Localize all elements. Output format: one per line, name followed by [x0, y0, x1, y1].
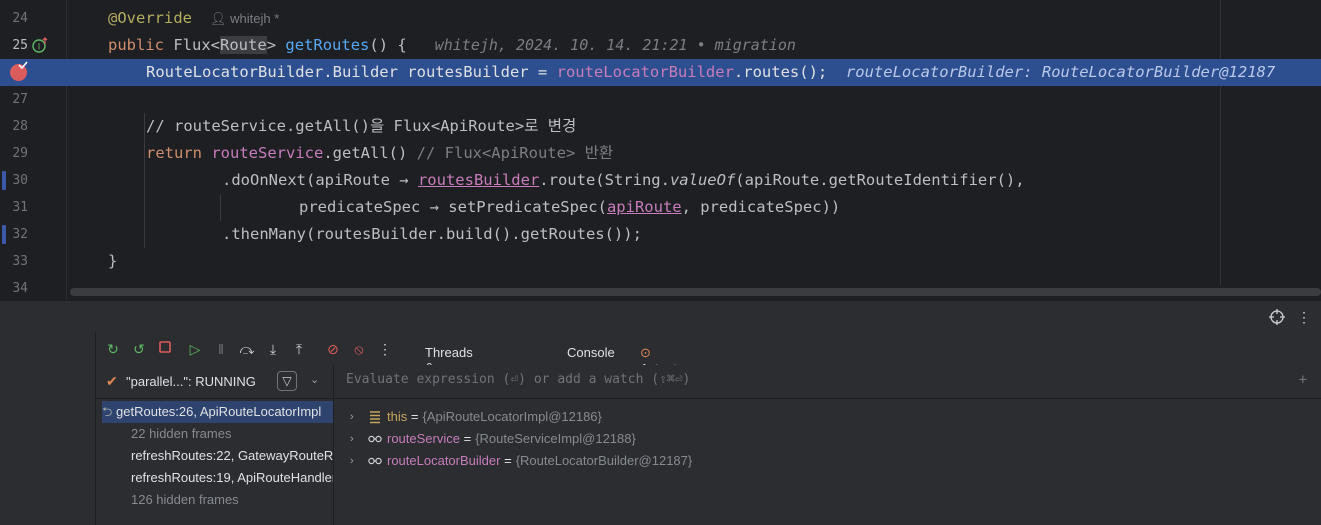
thread-selector[interactable]: ✔ "parallel...": RUNNING ▽ ⌄	[96, 365, 333, 399]
stack-frame[interactable]: refreshRoutes:22, GatewayRouteRefresher	[131, 445, 333, 467]
code-text: predicateSpec → setPredicateSpec(apiRout…	[299, 198, 841, 216]
code-line-33[interactable]: 33 }	[0, 248, 1321, 275]
rerun-icon[interactable]: ↻	[104, 340, 122, 358]
code-text: .doOnNext(apiRoute → routesBuilder.route…	[222, 171, 1025, 189]
mute-breakpoints-icon[interactable]: ⦸	[350, 340, 368, 358]
code-text: }	[108, 252, 118, 270]
code-text: @Override	[108, 9, 192, 27]
code-text: public Flux<Route> getRoutes() { whitejh…	[108, 36, 796, 54]
line-number: 29	[12, 146, 28, 161]
chevron-right-icon[interactable]: ›	[350, 428, 354, 450]
code-line-29[interactable]: 29 return routeService.getAll() // Flux<…	[0, 140, 1321, 167]
line-number: 27	[12, 92, 28, 107]
evaluate-expression-input[interactable]: Evaluate expression (⏎) or add a watch (…	[334, 365, 1321, 399]
return-icon: ⮌	[102, 404, 113, 419]
line-number: 31	[12, 200, 28, 215]
git-blame-hint: whitejh, 2024. 10. 14. 21:21 • migration	[434, 36, 796, 54]
code-line-28[interactable]: 28 // routeService.getAll()을 Flux<ApiRou…	[0, 113, 1321, 140]
actuator-icon: ⊙	[640, 345, 651, 360]
code-text: return routeService.getAll() // Flux<Api…	[146, 144, 614, 162]
line-number: 28	[12, 119, 28, 134]
variable-row[interactable]: › routeLocatorBuilder = {RouteLocatorBuil…	[334, 450, 1321, 472]
horizontal-scrollbar[interactable]	[70, 288, 1321, 296]
variables-pane[interactable]: Evaluate expression (⏎) or add a watch (…	[334, 365, 1321, 525]
indent-guide	[144, 113, 145, 248]
debug-sidebar	[0, 332, 96, 525]
stop-icon[interactable]	[156, 340, 174, 358]
resume-icon[interactable]: ▷	[186, 340, 204, 358]
line-number: 24	[12, 11, 28, 26]
add-watch-icon[interactable]: +	[1299, 365, 1307, 395]
thread-name: "parallel...": RUNNING	[126, 374, 256, 389]
crosshair-icon[interactable]	[1269, 309, 1285, 325]
user-icon: 👤︎	[210, 11, 227, 26]
code-line-24[interactable]: 24 @Override 👤︎ whitejh *	[0, 5, 1321, 32]
code-line-26-current[interactable]: RouteLocatorBuilder.Builder routesBuilde…	[0, 59, 1321, 86]
hidden-frames[interactable]: 22 hidden frames	[131, 423, 333, 445]
code-line-32[interactable]: 32 .thenMany(routesBuilder.build().getRo…	[0, 221, 1321, 248]
view-breakpoints-icon[interactable]: ⊘	[324, 340, 342, 358]
checkmark-icon	[18, 61, 28, 69]
code-editor[interactable]: 24 @Override 👤︎ whitejh * 25 I public Fl…	[0, 0, 1321, 300]
svg-text:I: I	[38, 42, 41, 52]
more-actions-icon[interactable]: ⋮	[376, 340, 394, 358]
line-number: 32	[12, 227, 28, 242]
hidden-frames[interactable]: 126 hidden frames	[131, 489, 333, 511]
line-number: 25	[12, 38, 28, 53]
stack-frame[interactable]: refreshRoutes:19, ApiRouteHandler	[131, 467, 333, 489]
more-options-icon[interactable]: ⋮	[1296, 309, 1312, 325]
indent-guide	[220, 194, 221, 221]
line-number: 34	[12, 281, 28, 296]
line-number: 30	[12, 173, 28, 188]
stack-frame[interactable]: ⮌ getRoutes:26, ApiRouteLocatorImpl	[102, 401, 333, 423]
code-text: .thenMany(routesBuilder.build().getRoute…	[222, 225, 642, 243]
glasses-icon	[368, 435, 382, 443]
implements-icon[interactable]: I	[32, 37, 49, 54]
code-text: RouteLocatorBuilder.Builder routesBuilde…	[146, 63, 1276, 81]
author-hint[interactable]: 👤︎ whitejh *	[210, 5, 279, 32]
inline-value-hint: routeLocatorBuilder: RouteLocatorBuilder…	[845, 63, 1276, 81]
frames-pane[interactable]: ✔ "parallel...": RUNNING ▽ ⌄ ⮌ getRoutes…	[96, 365, 334, 525]
code-line-31[interactable]: 31 predicateSpec → setPredicateSpec(apiR…	[0, 194, 1321, 221]
step-out-icon[interactable]: ⤒	[290, 340, 308, 358]
code-comment: // routeService.getAll()을 Flux<ApiRoute>…	[146, 117, 577, 135]
rerun-failed-icon[interactable]: ↺	[130, 340, 148, 358]
filter-icon[interactable]: ▽	[277, 371, 297, 391]
code-line-27[interactable]: 27	[0, 86, 1321, 113]
step-over-icon[interactable]: ⤼	[238, 340, 256, 358]
checkmark-icon: ✔	[106, 373, 118, 389]
tab-console[interactable]: Console	[567, 345, 615, 360]
pause-icon[interactable]: ‖	[212, 340, 230, 358]
chevron-down-icon[interactable]: ⌄	[310, 373, 319, 386]
variable-row[interactable]: › this = {ApiRouteLocatorImpl@12186}	[334, 406, 1321, 428]
code-line-30[interactable]: 30 .doOnNext(apiRoute → routesBuilder.ro…	[0, 167, 1321, 194]
code-line-25[interactable]: 25 I public Flux<Route> getRoutes() { wh…	[0, 32, 1321, 59]
chevron-right-icon[interactable]: ›	[350, 406, 354, 428]
debug-tool-header: ⋮	[0, 300, 1321, 332]
glasses-icon	[368, 457, 382, 465]
line-number: 33	[12, 254, 28, 269]
field-list-icon	[370, 411, 380, 424]
variable-row[interactable]: › routeService = {RouteServiceImpl@12188}	[334, 428, 1321, 450]
chevron-right-icon[interactable]: ›	[350, 450, 354, 472]
step-into-icon[interactable]: ⤓	[264, 340, 282, 358]
debugger-panel: ↻ ↺ ▷ ‖ ⤼ ⤓ ⤒ ⊘ ⦸ ⋮ Threads & Variables …	[0, 332, 1321, 525]
